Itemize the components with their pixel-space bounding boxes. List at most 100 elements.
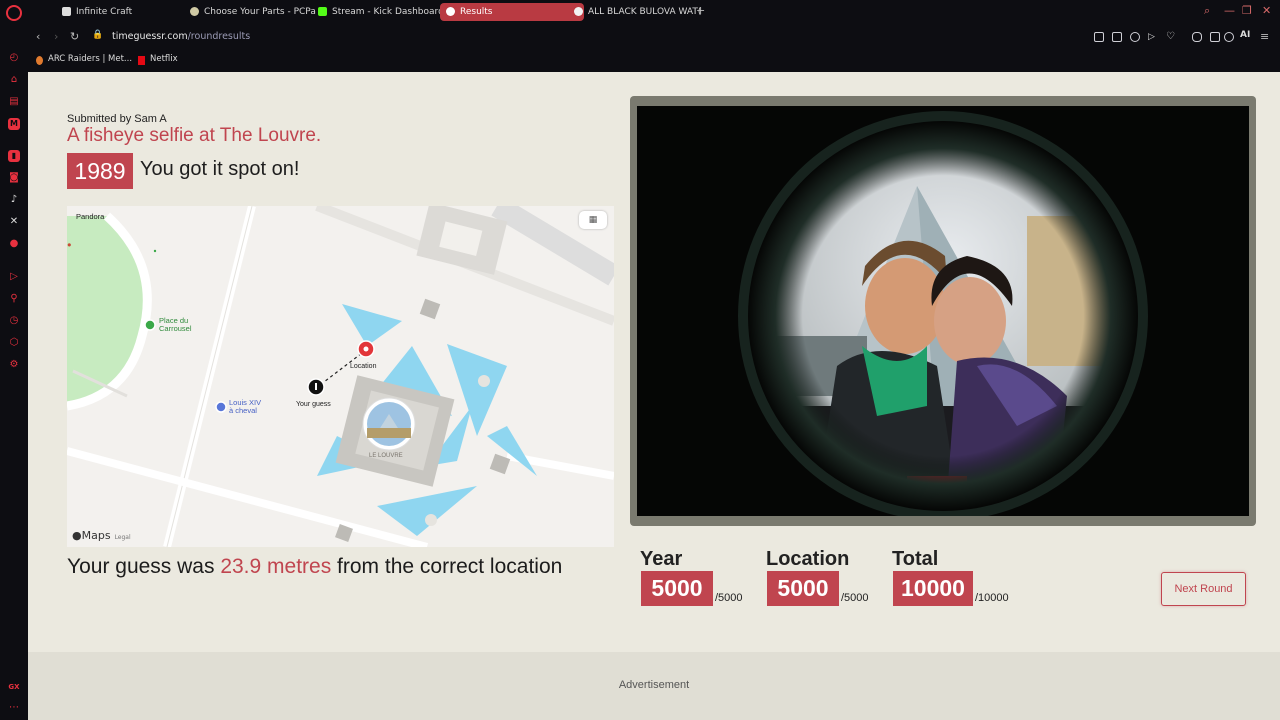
- submitted-by: Submitted by Sam A: [67, 113, 167, 125]
- round-results-page: Submitted by Sam A A fisheye selfie at T…: [28, 72, 1280, 720]
- kick-icon: [318, 7, 327, 16]
- bookmark-label: Netflix: [150, 54, 178, 64]
- arc-raiders-icon: [36, 56, 43, 65]
- bookmark-icon[interactable]: [1094, 32, 1104, 42]
- play-icon[interactable]: ▷: [1148, 32, 1158, 42]
- player-icon[interactable]: ▷: [8, 271, 20, 283]
- map-poi-dot: ●: [67, 240, 72, 249]
- instagram-icon[interactable]: ◙: [8, 172, 20, 184]
- infinity-icon: [62, 7, 71, 16]
- guess-suffix: from the correct location: [331, 555, 563, 578]
- map-label-louis-2: à cheval: [229, 406, 257, 415]
- tab-bulova[interactable]: ALL BLACK BULOVA WAT(: [568, 3, 710, 21]
- results-map[interactable]: ▦ ● Pandora Place du Carrousel Louis XIV…: [67, 206, 614, 547]
- tab-infinite-craft[interactable]: Infinite Craft: [56, 3, 196, 21]
- tab-kick-dashboard[interactable]: Stream - Kick Dashboard: [312, 3, 452, 21]
- guess-distance-text: Your guess was 23.9 metres from the corr…: [67, 555, 607, 578]
- search-icon[interactable]: ⌕: [1204, 4, 1210, 18]
- tab-bar: Infinite Craft Choose Your Parts - PCPa …: [28, 0, 1280, 24]
- pin-icon[interactable]: ⚲: [8, 293, 20, 305]
- tab-pcpartpicker[interactable]: Choose Your Parts - PCPa: [184, 3, 324, 21]
- year-score-max: /5000: [715, 592, 743, 604]
- tab-results[interactable]: Results: [440, 3, 584, 21]
- shield-icon[interactable]: [1130, 32, 1140, 42]
- bookmark-netflix[interactable]: Netflix: [138, 54, 178, 65]
- gx-corner-icon[interactable]: ▤: [8, 96, 20, 108]
- tab-label: Infinite Craft: [76, 7, 133, 17]
- map-type-toggle-icon[interactable]: ▦: [579, 211, 607, 229]
- year-score-label: Year: [640, 548, 683, 570]
- verdict-text: You got it spot on!: [140, 158, 300, 180]
- year-score-value: 5000: [641, 571, 713, 606]
- profile-icon[interactable]: [1224, 32, 1234, 42]
- back-icon[interactable]: ‹: [36, 30, 40, 43]
- total-score-value: 10000: [893, 571, 973, 606]
- tab-label: Choose Your Parts - PCPa: [204, 7, 316, 17]
- snapshot-icon[interactable]: [1112, 32, 1122, 42]
- advertisement-area: Advertisement: [28, 652, 1280, 720]
- aria-ai-button[interactable]: AI: [1240, 30, 1250, 40]
- timeguessr-icon: [446, 7, 455, 16]
- opera-logo-icon[interactable]: [6, 5, 22, 21]
- more-icon[interactable]: ⋯: [8, 702, 20, 714]
- louvre-label: LE LOUVRE: [369, 453, 403, 459]
- new-tab-plus-icon[interactable]: +: [696, 4, 705, 17]
- extensions-puzzle-icon[interactable]: [1192, 32, 1202, 42]
- guess-distance: 23.9 metres: [220, 555, 332, 578]
- year-badge: 1989: [67, 153, 133, 189]
- tab-label: ALL BLACK BULOVA WAT(: [588, 7, 702, 17]
- legal-link[interactable]: Legal: [115, 534, 131, 541]
- bookmark-arc-raiders[interactable]: ARC Raiders | Met...: [36, 54, 133, 65]
- heart-icon[interactable]: ♡: [1166, 32, 1176, 42]
- bot-icon[interactable]: ●: [8, 238, 20, 250]
- location-pin-label: Location: [350, 363, 377, 370]
- url-path: /roundresults: [187, 31, 251, 42]
- url-host: timeguessr.com: [112, 31, 188, 42]
- tab-label: Stream - Kick Dashboard: [332, 7, 444, 17]
- lock-icon: 🔒: [92, 30, 104, 40]
- map-canvas: [67, 206, 614, 547]
- reload-icon[interactable]: ↻: [70, 30, 79, 43]
- round-photo[interactable]: [637, 106, 1249, 516]
- bookmark-label: ARC Raiders | Met...: [48, 54, 133, 64]
- x-icon[interactable]: ✕: [8, 216, 20, 228]
- restore-icon[interactable]: ❐: [1242, 4, 1252, 17]
- apple-logo-icon: ●: [72, 529, 82, 542]
- google-icon: [574, 7, 583, 16]
- twitch-icon[interactable]: ▮: [8, 150, 20, 162]
- bookmarks-bar: ARC Raiders | Met... Netflix: [28, 50, 1280, 72]
- fisheye-selfie-image: [637, 106, 1249, 516]
- downloads-icon[interactable]: [1210, 32, 1220, 42]
- url-field[interactable]: timeguessr.com/roundresults: [112, 31, 250, 42]
- total-score-max: /10000: [975, 592, 1009, 604]
- extensions-icon[interactable]: ⬡: [8, 337, 20, 349]
- total-score-label: Total: [892, 548, 939, 570]
- photo-title: A fisheye selfie at The Louvre.: [67, 125, 322, 146]
- history-icon[interactable]: ◷: [8, 315, 20, 327]
- map-label-carrousel-2: Carrousel: [159, 324, 192, 333]
- tiktok-icon[interactable]: ♪: [8, 194, 20, 206]
- menu-icon[interactable]: ≡: [1260, 30, 1269, 43]
- guess-pin-label: Your guess: [296, 401, 331, 408]
- netflix-icon: [138, 56, 145, 65]
- speed-dial-icon[interactable]: ◴: [8, 52, 20, 64]
- map-label-pandora: Pandora: [76, 212, 105, 221]
- location-score-label: Location: [766, 548, 850, 570]
- apple-maps-attribution[interactable]: ●Maps Legal: [72, 529, 131, 542]
- next-round-button[interactable]: Next Round: [1161, 572, 1246, 606]
- bag-icon[interactable]: ⌂: [8, 74, 20, 86]
- location-score-max: /5000: [841, 592, 869, 604]
- m-app-icon[interactable]: M: [8, 118, 20, 130]
- photo-frame: [630, 96, 1256, 526]
- gx-label[interactable]: GX: [8, 681, 20, 693]
- close-icon[interactable]: ✕: [1262, 4, 1271, 17]
- location-score-value: 5000: [767, 571, 839, 606]
- address-bar: ‹ › ↻ 🔒 timeguessr.com/roundresults ▷ ♡ …: [28, 24, 1280, 50]
- minimize-icon[interactable]: —: [1224, 4, 1235, 17]
- tab-label: Results: [460, 7, 493, 17]
- forward-icon[interactable]: ›: [54, 30, 58, 43]
- advertisement-label: Advertisement: [618, 679, 690, 691]
- settings-gear-icon[interactable]: ⚙: [8, 359, 20, 371]
- guess-prefix: Your guess was: [67, 555, 221, 578]
- browser-sidebar: ◴ ⌂ ▤ M ▮ ◙ ♪ ✕ ● ▷ ⚲ ◷ ⬡ ⚙ GX ⋯: [0, 0, 28, 720]
